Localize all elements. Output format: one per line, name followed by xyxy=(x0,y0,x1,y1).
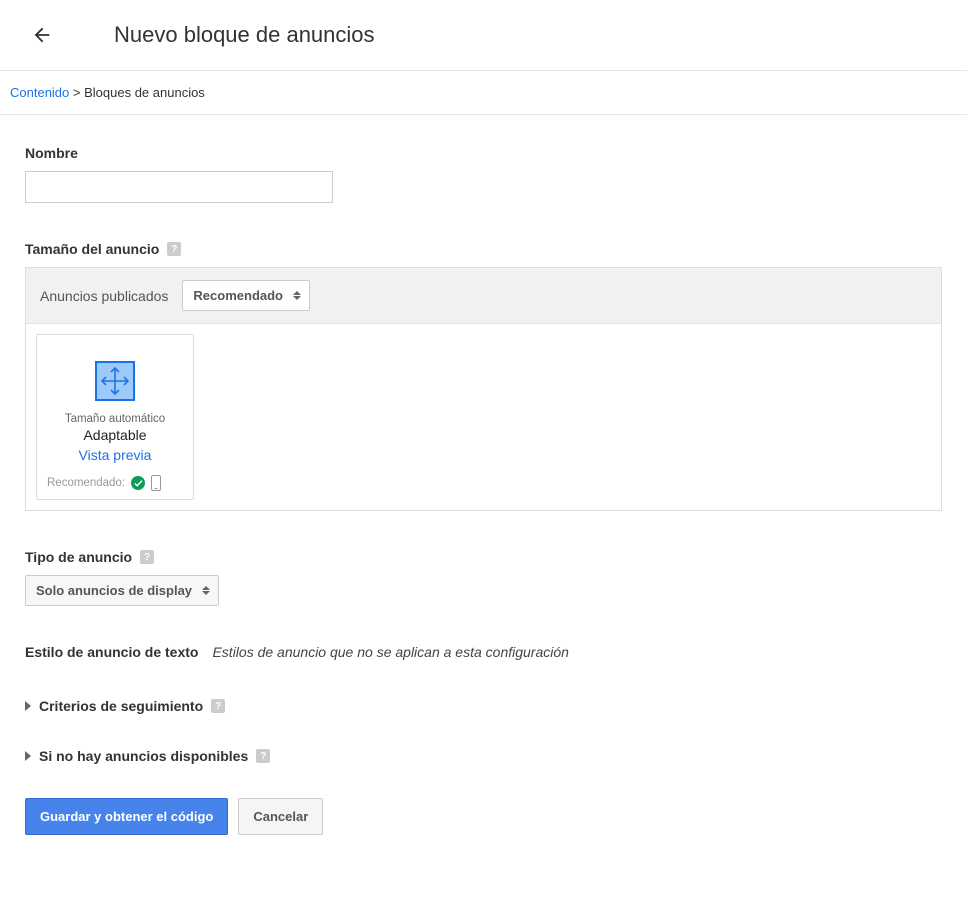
chevron-right-icon xyxy=(25,701,31,711)
arrow-left-icon xyxy=(31,24,53,46)
ad-type-value: Solo anuncios de display xyxy=(36,583,192,598)
no-ads-label: Si no hay anuncios disponibles xyxy=(39,748,248,764)
ad-size-filter-value: Recomendado xyxy=(193,288,283,303)
name-label: Nombre xyxy=(25,145,942,161)
ad-size-section: Tamaño del anuncio ? Anuncios publicados… xyxy=(25,241,942,511)
preview-link[interactable]: Vista previa xyxy=(45,447,185,463)
ad-size-panel-header: Anuncios publicados Recomendado xyxy=(26,268,941,324)
help-icon[interactable]: ? xyxy=(167,242,181,256)
text-ad-style-label: Estilo de anuncio de texto xyxy=(25,644,198,660)
breadcrumb-current: Bloques de anuncios xyxy=(84,85,205,100)
back-arrow-button[interactable] xyxy=(30,23,54,47)
breadcrumb-root-link[interactable]: Contenido xyxy=(10,85,69,100)
breadcrumb-sep: > xyxy=(69,85,84,100)
ad-size-panel: Anuncios publicados Recomendado xyxy=(25,267,942,511)
card-subtitle: Tamaño automático xyxy=(45,413,185,425)
card-recommendation: Recomendado: xyxy=(45,475,185,491)
help-icon[interactable]: ? xyxy=(211,699,225,713)
help-icon[interactable]: ? xyxy=(140,550,154,564)
name-input[interactable] xyxy=(25,171,333,203)
no-ads-expander[interactable]: Si no hay anuncios disponibles ? xyxy=(25,748,942,764)
help-icon[interactable]: ? xyxy=(256,749,270,763)
phone-icon xyxy=(151,475,161,491)
arrows-expand-icon xyxy=(100,366,130,396)
card-rec-label: Recomendado: xyxy=(47,477,125,489)
chevron-right-icon xyxy=(25,751,31,761)
text-ad-style-note: Estilos de anuncio que no se aplican a e… xyxy=(212,644,568,660)
save-button[interactable]: Guardar y obtener el código xyxy=(25,798,228,835)
tracking-criteria-expander[interactable]: Criterios de seguimiento ? xyxy=(25,698,942,714)
page-title: Nuevo bloque de anuncios xyxy=(114,22,375,48)
responsive-size-icon xyxy=(95,361,135,401)
content-area: Nombre Tamaño del anuncio ? Anuncios pub… xyxy=(0,115,967,865)
text-ad-style-row: Estilo de anuncio de texto Estilos de an… xyxy=(25,644,942,660)
cancel-button[interactable]: Cancelar xyxy=(238,798,323,835)
ad-type-label: Tipo de anuncio ? xyxy=(25,549,942,565)
ads-shown-label: Anuncios publicados xyxy=(40,288,168,304)
name-section: Nombre xyxy=(25,145,942,203)
ad-type-select[interactable]: Solo anuncios de display xyxy=(25,575,219,606)
ad-size-filter-select[interactable]: Recomendado xyxy=(182,280,310,311)
size-card-responsive[interactable]: Tamaño automático Adaptable Vista previa… xyxy=(36,334,194,500)
ad-type-label-text: Tipo de anuncio xyxy=(25,549,132,565)
action-row: Guardar y obtener el código Cancelar xyxy=(25,798,942,835)
ad-type-section: Tipo de anuncio ? Solo anuncios de displ… xyxy=(25,549,942,606)
page-header: Nuevo bloque de anuncios xyxy=(0,0,967,71)
sort-icon xyxy=(293,290,301,302)
sort-icon xyxy=(202,585,210,597)
ad-size-label: Tamaño del anuncio ? xyxy=(25,241,942,257)
check-badge-icon xyxy=(131,476,145,490)
ad-size-label-text: Tamaño del anuncio xyxy=(25,241,159,257)
ad-size-body: Tamaño automático Adaptable Vista previa… xyxy=(26,324,941,510)
tracking-criteria-label: Criterios de seguimiento xyxy=(39,698,203,714)
card-title: Adaptable xyxy=(45,427,185,443)
breadcrumb: Contenido > Bloques de anuncios xyxy=(0,71,967,115)
